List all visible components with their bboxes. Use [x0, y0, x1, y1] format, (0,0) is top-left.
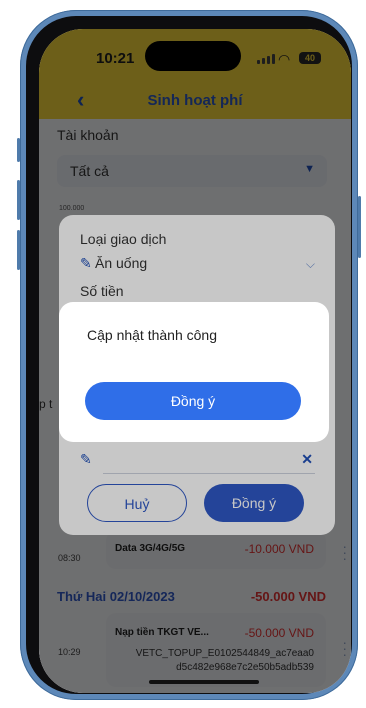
phone-bezel: 10:21 ◠ 40 ‹ Sinh hoạt phí Tài khoản Tất…: [26, 16, 352, 694]
success-dialog: Cập nhật thành công Đồng ý: [59, 302, 329, 442]
dialog-message: Cập nhật thành công: [87, 327, 217, 343]
home-indicator: [149, 680, 259, 684]
phone-frame: 10:21 ◠ 40 ‹ Sinh hoạt phí Tài khoản Tất…: [17, 10, 361, 700]
dialog-ok-button[interactable]: Đồng ý: [85, 382, 301, 420]
app-screen: 10:21 ◠ 40 ‹ Sinh hoạt phí Tài khoản Tất…: [39, 29, 351, 693]
volume-up-button: [17, 180, 20, 220]
power-button: [358, 196, 361, 258]
volume-down-button: [17, 230, 20, 270]
mute-switch: [17, 138, 20, 162]
